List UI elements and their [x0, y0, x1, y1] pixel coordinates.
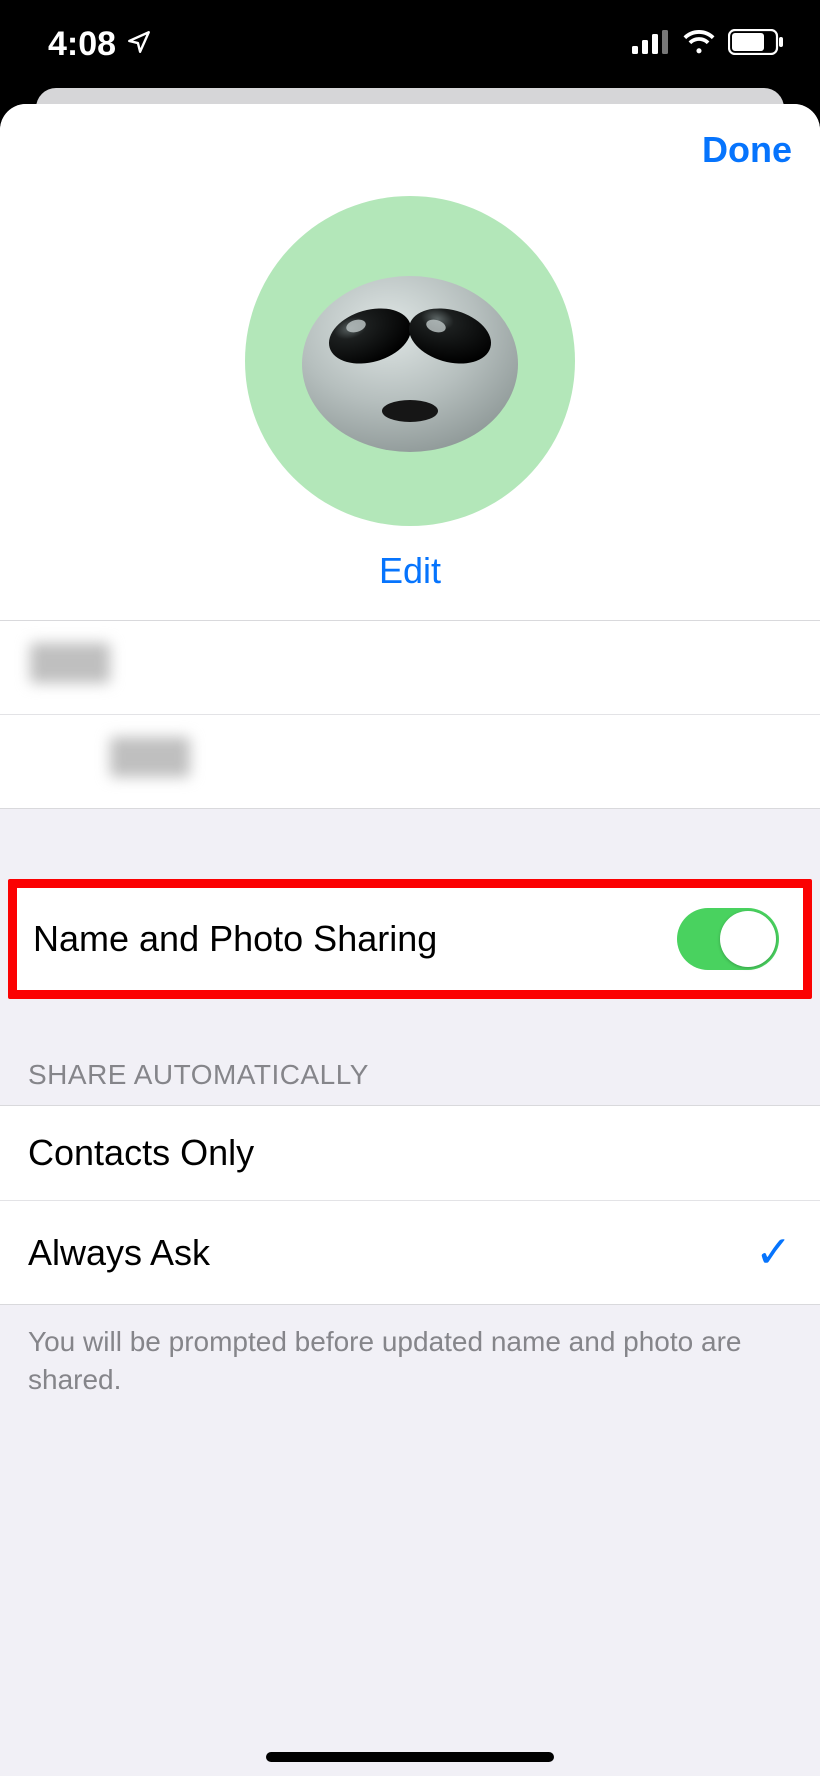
wifi-icon	[682, 30, 716, 59]
battery-icon	[728, 29, 784, 60]
option-label: Always Ask	[28, 1232, 210, 1274]
first-name-field[interactable]	[0, 621, 820, 715]
avatar-block: Edit	[0, 196, 820, 620]
nav-bar: Done	[0, 104, 820, 196]
name-photo-sharing-toggle[interactable]	[677, 908, 779, 970]
share-auto-footer: You will be prompted before updated name…	[0, 1305, 820, 1417]
status-time-block: 4:08	[48, 25, 152, 64]
highlight-frame: Name and Photo Sharing	[8, 879, 812, 999]
last-name-field[interactable]	[110, 715, 820, 808]
done-button[interactable]: Done	[702, 129, 792, 171]
share-auto-options: Contacts Only Always Ask ✓	[0, 1105, 820, 1305]
avatar[interactable]	[245, 196, 575, 526]
first-name-value	[30, 643, 110, 683]
home-indicator[interactable]	[266, 1752, 554, 1762]
cellular-signal-icon	[632, 30, 670, 59]
option-contacts-only[interactable]: Contacts Only	[0, 1106, 820, 1201]
edit-avatar-button[interactable]: Edit	[379, 550, 441, 592]
checkmark-icon: ✓	[755, 1227, 792, 1278]
name-photo-sharing-row[interactable]: Name and Photo Sharing	[17, 888, 803, 990]
alien-memoji-icon	[300, 256, 520, 466]
option-always-ask[interactable]: Always Ask ✓	[0, 1201, 820, 1304]
last-name-value	[110, 737, 190, 777]
share-auto-header: SHARE AUTOMATICALLY	[0, 999, 820, 1105]
name-photo-sharing-label: Name and Photo Sharing	[33, 918, 437, 960]
status-right	[632, 29, 784, 60]
status-time: 4:08	[48, 25, 116, 64]
status-bar: 4:08	[0, 0, 820, 88]
option-label: Contacts Only	[28, 1132, 254, 1174]
name-section	[0, 620, 820, 809]
location-arrow-icon	[126, 25, 152, 64]
settings-sheet: Done	[0, 104, 820, 1776]
